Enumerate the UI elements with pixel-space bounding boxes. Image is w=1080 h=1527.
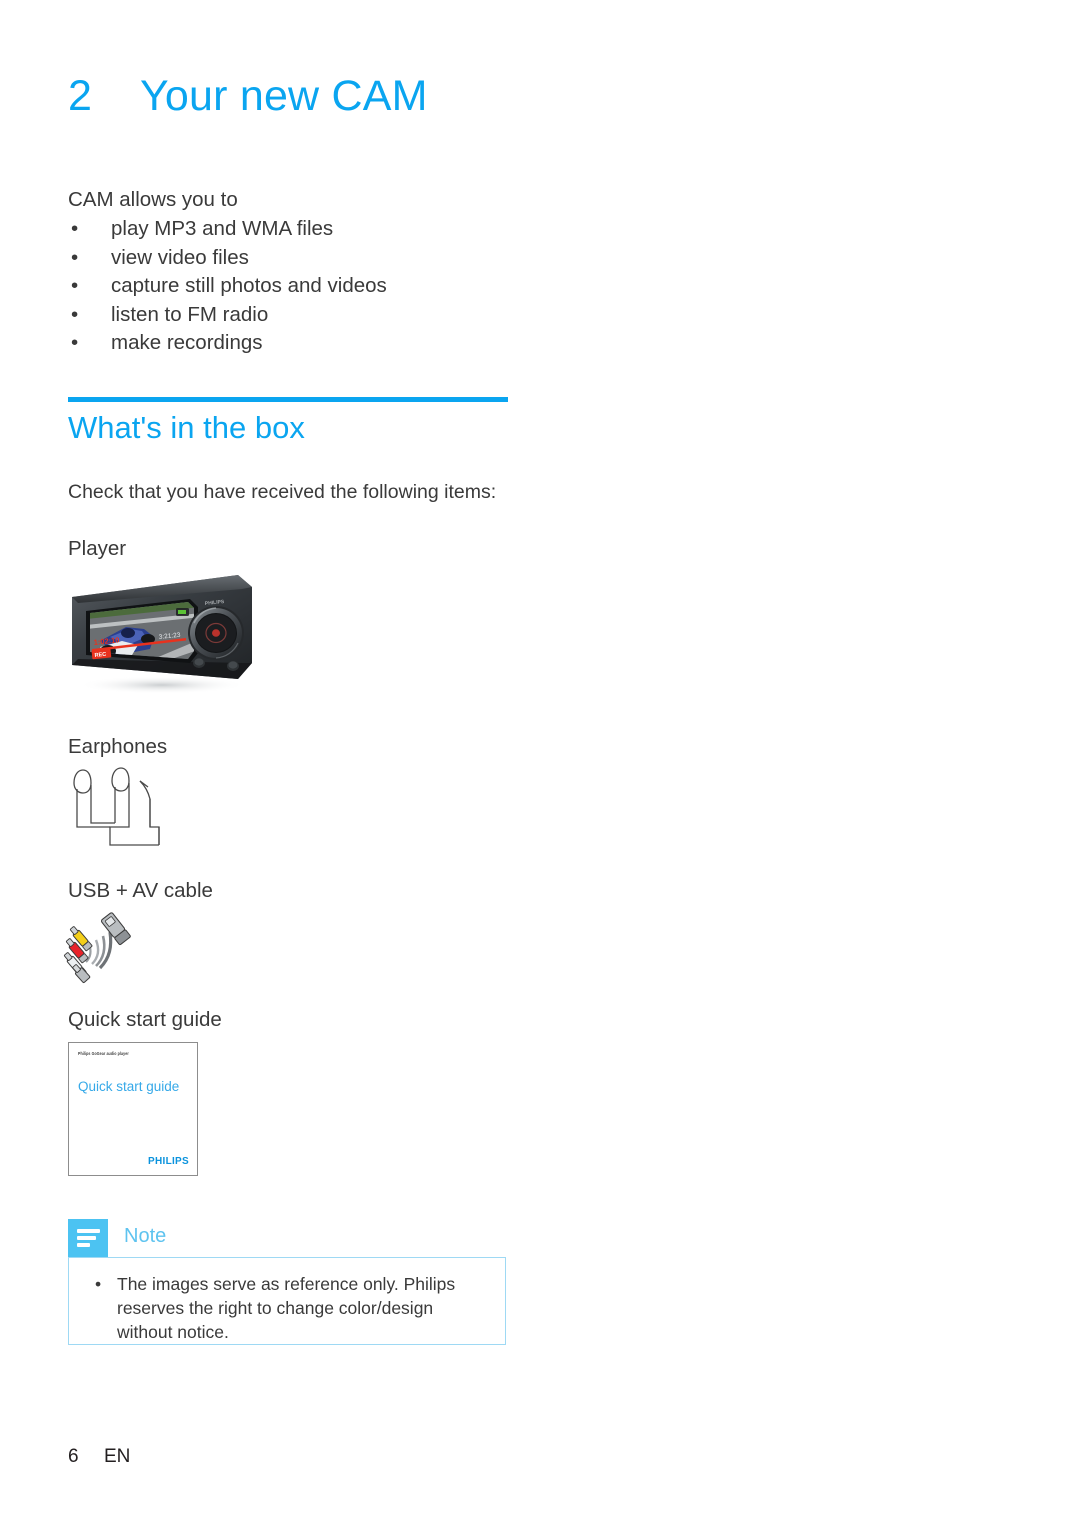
bullet-glyph: •	[71, 217, 79, 240]
philips-logo: PHILIPS	[148, 1156, 189, 1167]
feature-list: • play MP3 and WMA files • view video fi…	[68, 215, 387, 358]
page-language: EN	[104, 1446, 131, 1467]
list-item-label: capture still photos and videos	[111, 274, 387, 298]
booklet-header-text: Philips GoGear audio player	[78, 1051, 129, 1056]
device-control-wheel	[188, 606, 244, 660]
bullet-glyph: •	[95, 1274, 102, 1294]
item-label-earphones: Earphones	[68, 735, 168, 758]
list-item: • view video files	[68, 244, 387, 273]
list-item: • listen to FM radio	[68, 301, 387, 330]
item-label-quick-start-guide: Quick start guide	[68, 1008, 222, 1031]
note-item-text: The images serve as reference only. Phil…	[117, 1274, 456, 1342]
bullet-glyph: •	[71, 331, 79, 355]
item-label-player: Player	[68, 537, 127, 560]
chapter-title-text: Your new CAM	[140, 72, 428, 120]
intro-text: CAM allows you to	[68, 188, 238, 211]
page-number: 6	[68, 1446, 79, 1467]
list-item-label: listen to FM radio	[111, 302, 269, 326]
list-item: • make recordings	[68, 329, 387, 358]
list-item-label: play MP3 and WMA files	[111, 217, 334, 240]
note-box: • The images serve as reference only. Ph…	[68, 1257, 506, 1345]
chapter-number: 2	[68, 72, 93, 120]
player-device-image: 1:02:10 3:21:23 REC PHILIPS	[66, 567, 258, 697]
note-lines-icon	[77, 1229, 100, 1250]
quick-start-guide-image: Philips GoGear audio player Quick start …	[68, 1042, 198, 1176]
item-label-usb-av-cable: USB + AV cable	[68, 879, 213, 902]
note-list: • The images serve as reference only. Ph…	[93, 1272, 491, 1344]
list-item: • capture still photos and videos	[68, 272, 387, 301]
list-item: • The images serve as reference only. Ph…	[93, 1272, 491, 1344]
section-lead-text: Check that you have received the followi…	[68, 481, 497, 503]
bullet-glyph: •	[71, 274, 79, 298]
booklet-title-text: Quick start guide	[78, 1079, 180, 1094]
list-item: • play MP3 and WMA files	[68, 215, 387, 244]
note-icon	[68, 1219, 108, 1257]
page-footer: 6 EN	[68, 1446, 130, 1468]
bullet-glyph: •	[71, 302, 79, 326]
list-item-label: view video files	[111, 245, 249, 269]
section-divider-rule	[68, 397, 508, 402]
bullet-glyph: •	[71, 245, 79, 269]
list-item-label: make recordings	[111, 331, 263, 355]
usb-av-cable-image	[62, 908, 142, 988]
page-title: 2 Your new CAM	[68, 72, 428, 121]
screen-rec-badge: REC	[94, 652, 106, 659]
earphones-image	[64, 765, 184, 861]
note-title: Note	[124, 1225, 167, 1247]
document-page: 2 Your new CAM CAM allows you to • play M…	[0, 0, 1080, 1527]
section-heading: What's in the box	[68, 410, 305, 445]
